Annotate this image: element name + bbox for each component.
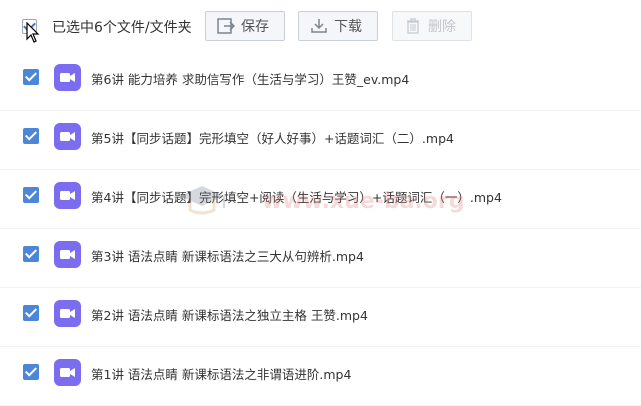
file-list: 第6讲 能力培养 求助信写作（生活与学习）王赞_ev.mp4 第5讲【同步话题】…: [0, 52, 641, 406]
check-icon: [24, 128, 38, 141]
file-name[interactable]: 第2讲 语法点睛 新课标语法之独立主格 王赞.mp4: [91, 305, 368, 324]
mouse-cursor-icon: [26, 22, 40, 43]
video-icon: [54, 182, 81, 209]
video-icon: [54, 64, 81, 91]
file-name[interactable]: 第3讲 语法点睛 新课标语法之三大从句辨析.mp4: [91, 246, 364, 265]
video-icon: [54, 123, 81, 150]
file-name[interactable]: 第1讲 语法点睛 新课标语法之非谓语进阶.mp4: [91, 364, 351, 383]
file-row[interactable]: 第1讲 语法点睛 新课标语法之非谓语进阶.mp4: [0, 347, 641, 406]
delete-button-label: 删除: [428, 19, 456, 35]
save-button-label: 保存: [241, 19, 269, 35]
download-button[interactable]: 下载: [298, 11, 378, 41]
file-name[interactable]: 第4讲【同步话题】完形填空+阅读（生活与学习）+话题词汇（一）.mp4: [91, 187, 502, 206]
video-icon: [54, 241, 81, 268]
delete-button[interactable]: 删除: [392, 11, 472, 41]
file-checkbox[interactable]: [23, 128, 39, 144]
video-icon: [54, 300, 81, 327]
file-name[interactable]: 第5讲【同步话题】完形填空（好人好事）+话题词汇（二）.mp4: [91, 128, 454, 147]
toolbar: 已选中6个文件/文件夹 保存 下载 删除: [0, 0, 641, 52]
save-button[interactable]: 保存: [205, 11, 285, 41]
selection-count-text: 已选中6个文件/文件夹: [52, 20, 192, 36]
download-button-label: 下载: [334, 19, 362, 35]
check-icon: [24, 69, 38, 82]
check-icon: [24, 246, 38, 259]
file-row[interactable]: 第3讲 语法点睛 新课标语法之三大从句辨析.mp4: [0, 229, 641, 288]
video-icon: [54, 359, 81, 386]
file-row[interactable]: 第4讲【同步话题】完形填空+阅读（生活与学习）+话题词汇（一）.mp4: [0, 170, 641, 229]
check-icon: [24, 364, 38, 377]
file-checkbox[interactable]: [23, 69, 39, 85]
save-icon: [217, 18, 235, 34]
file-row[interactable]: 第5讲【同步话题】完形填空（好人好事）+话题词汇（二）.mp4: [0, 111, 641, 170]
file-row[interactable]: 第2讲 语法点睛 新课标语法之独立主格 王赞.mp4: [0, 288, 641, 347]
file-checkbox[interactable]: [23, 305, 39, 321]
trash-icon: [407, 18, 419, 34]
file-checkbox[interactable]: [23, 187, 39, 203]
file-name[interactable]: 第6讲 能力培养 求助信写作（生活与学习）王赞_ev.mp4: [91, 69, 409, 88]
file-row[interactable]: 第6讲 能力培养 求助信写作（生活与学习）王赞_ev.mp4: [0, 52, 641, 111]
file-checkbox[interactable]: [23, 246, 39, 262]
check-icon: [24, 187, 38, 200]
file-checkbox[interactable]: [23, 364, 39, 380]
check-icon: [24, 305, 38, 318]
download-icon: [311, 19, 327, 33]
